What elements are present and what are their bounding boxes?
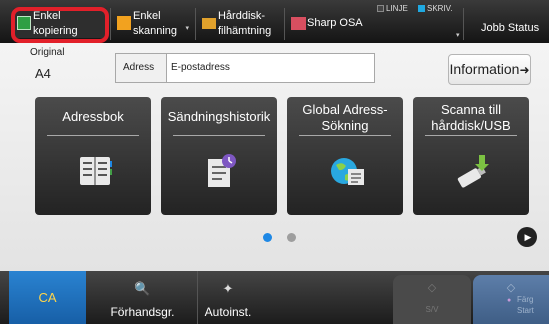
job-status-label: Jobb Status xyxy=(481,22,540,34)
tab-divider xyxy=(284,8,285,40)
job-status-button[interactable]: Jobb Status xyxy=(465,8,549,38)
tab-easy-scan-label-line2: skanning xyxy=(133,25,178,37)
tab-hdd-retrieval-label-line1: Hårddisk- xyxy=(218,10,266,22)
tab-easy-scan-label-line1: Enkel xyxy=(133,10,161,22)
pager-dot[interactable] xyxy=(287,233,296,242)
dropdown-caret-icon: ▾ xyxy=(185,25,189,32)
tab-easy-scan[interactable]: Enkel skanning ▾ xyxy=(113,8,193,38)
tile-send-history-label: Sändningshistorik xyxy=(167,109,271,124)
auto-settings-button-label: Autoinst. xyxy=(204,305,252,319)
address-field[interactable]: Adress xyxy=(115,53,375,83)
auto-settings-button[interactable]: ✦ Autoinst. xyxy=(198,271,258,324)
tile-address-book[interactable]: Adressbok xyxy=(35,97,151,215)
tab-sharp-osa[interactable]: Sharp OSA xyxy=(287,8,372,38)
bw-start-label: S/V xyxy=(425,305,439,314)
tile-divider xyxy=(299,135,391,136)
start-diamond-icon: ◇ xyxy=(506,282,516,294)
usb-drive-icon xyxy=(457,155,489,188)
line-status-label: LINJE xyxy=(386,4,408,13)
arrow-right-icon: ➜ xyxy=(519,63,530,77)
tile-scan-to-hdd-usb-label: Scanna till hårddisk/USB xyxy=(413,102,529,134)
tile-scan-to-hdd-usb[interactable]: Scanna till hårddisk/USB xyxy=(413,97,529,215)
print-status-indicator: SKRIV. xyxy=(418,4,453,13)
tile-global-address-search-label-line1: Global Adress- xyxy=(302,102,388,117)
pager-dot-active[interactable] xyxy=(263,233,272,242)
clear-all-button[interactable]: CA xyxy=(9,271,86,324)
tile-global-address-search-label: Global Adress- Sökning xyxy=(287,102,403,134)
color-start-label-line1: Färg xyxy=(517,295,534,304)
next-page-icon[interactable]: ▶ xyxy=(517,227,537,247)
tab-divider xyxy=(110,8,111,40)
line-status-icon xyxy=(377,5,384,12)
start-diamond-icon: ◇ xyxy=(427,282,437,294)
tab-hdd-retrieval[interactable]: Hårddisk- filhämtning xyxy=(198,8,282,38)
tile-global-address-search[interactable]: Global Adress- Sökning xyxy=(287,97,403,215)
tile-global-address-search-label-line2: Sökning xyxy=(321,118,369,133)
dropdown-caret-icon: ▾ xyxy=(456,32,460,39)
tile-divider xyxy=(173,135,265,136)
tile-divider xyxy=(425,135,517,136)
original-size-value[interactable]: A4 xyxy=(35,66,51,81)
send-history-icon xyxy=(208,154,236,187)
color-start-button[interactable]: ◇ ● Färg Start xyxy=(473,275,549,324)
scan-mode-icon xyxy=(117,16,131,30)
address-book-icon xyxy=(80,157,112,185)
color-start-label-line2: Start xyxy=(517,306,534,315)
print-status-icon xyxy=(418,5,425,12)
tile-send-history[interactable]: Sändningshistorik xyxy=(161,97,277,215)
information-button-label: Information xyxy=(449,61,520,77)
highlight-ring xyxy=(11,7,109,43)
color-dots-icon: ● xyxy=(507,297,512,304)
tile-address-book-label: Adressbok xyxy=(62,109,124,124)
bw-start-button[interactable]: ◇ S/V xyxy=(393,275,471,324)
line-status-indicator: LINJE xyxy=(377,4,408,13)
print-status-label: SKRIV. xyxy=(427,4,453,13)
tab-easy-scan-label: Enkel skanning xyxy=(133,10,177,37)
tab-divider xyxy=(195,8,196,40)
tab-divider xyxy=(463,8,464,40)
preview-button-label: Förhandsgr. xyxy=(110,305,175,319)
address-input[interactable] xyxy=(171,54,371,82)
tile-scan-to-hdd-usb-label-line1: Scanna till xyxy=(441,102,501,117)
original-label: Original xyxy=(30,47,65,58)
tab-hdd-retrieval-label: Hårddisk- filhämtning xyxy=(218,10,271,37)
preview-button[interactable]: 🔍 Förhandsgr. xyxy=(88,271,198,324)
folder-icon xyxy=(202,18,216,29)
tile-divider xyxy=(47,135,139,136)
globe-search-icon xyxy=(331,158,364,185)
magic-wand-icon: ✦ xyxy=(222,281,234,296)
tab-sharp-osa-label: Sharp OSA xyxy=(307,17,363,29)
tab-hdd-retrieval-label-line2: filhämtning xyxy=(218,25,272,37)
osa-app-icon xyxy=(291,17,306,30)
address-label: Adress xyxy=(116,54,167,82)
information-button[interactable]: Information➜ xyxy=(448,54,531,85)
tile-scan-to-hdd-usb-label-line2: hårddisk/USB xyxy=(431,118,511,133)
preview-icon: 🔍 xyxy=(134,281,151,296)
